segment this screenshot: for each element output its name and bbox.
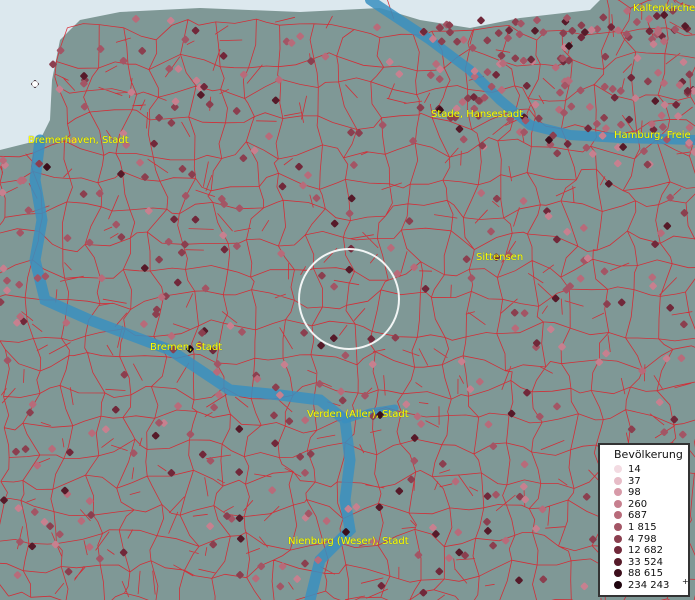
place-label-stade: Stade, Hansestadt: [431, 109, 524, 120]
legend-value: 4 798: [628, 533, 657, 545]
legend-value: 88 615: [628, 568, 663, 580]
legend-value: 260: [628, 498, 648, 510]
legend-value: 687: [628, 510, 648, 522]
legend-dot: [614, 488, 622, 497]
legend-dot: [614, 534, 622, 543]
place-label-bremerhaven: Bremerhaven, Stadt: [28, 135, 129, 146]
legend-value: 33 524: [628, 556, 663, 568]
legend-dot: [614, 523, 622, 531]
sea-marker: [32, 81, 38, 87]
legend-value: 14: [628, 464, 641, 475]
legend-title: Bevölkerung: [614, 448, 683, 461]
map-canvas[interactable]: [0, 0, 695, 600]
legend-dot: [614, 581, 622, 589]
legend-dot: [614, 511, 622, 520]
place-label-bremen: Bremen, Stadt: [150, 342, 223, 353]
legend: Bevölkerung 14 37 98 260 687 1 815 4 798 12 682…: [598, 443, 690, 597]
legend-dot: [614, 499, 622, 508]
legend-value: 1 815: [628, 522, 657, 533]
legend-dot: [614, 557, 622, 566]
population-map[interactable]: Kaltenkirche Bremerhaven, Stadt Stade, H…: [0, 0, 695, 600]
legend-overflow-mark: +: [682, 577, 689, 586]
legend-dot: [614, 546, 622, 555]
place-label-hamburg: Hamburg, Freie: [614, 130, 691, 141]
place-label-sittensen: Sittensen: [476, 252, 524, 263]
legend-value: 12 682: [628, 545, 663, 557]
place-label-nienburg: Nienburg (Weser), Stadt: [288, 536, 409, 547]
place-label-verden: Verden (Aller), Stadt: [307, 409, 409, 420]
legend-value: 37: [628, 475, 641, 487]
place-label-kaltenkirchen: Kaltenkirche: [633, 3, 695, 14]
legend-dot: [614, 465, 622, 473]
legend-dot: [614, 476, 622, 485]
legend-value: 234 243: [628, 580, 670, 591]
legend-value: 98: [628, 487, 641, 499]
legend-dot: [614, 569, 622, 578]
